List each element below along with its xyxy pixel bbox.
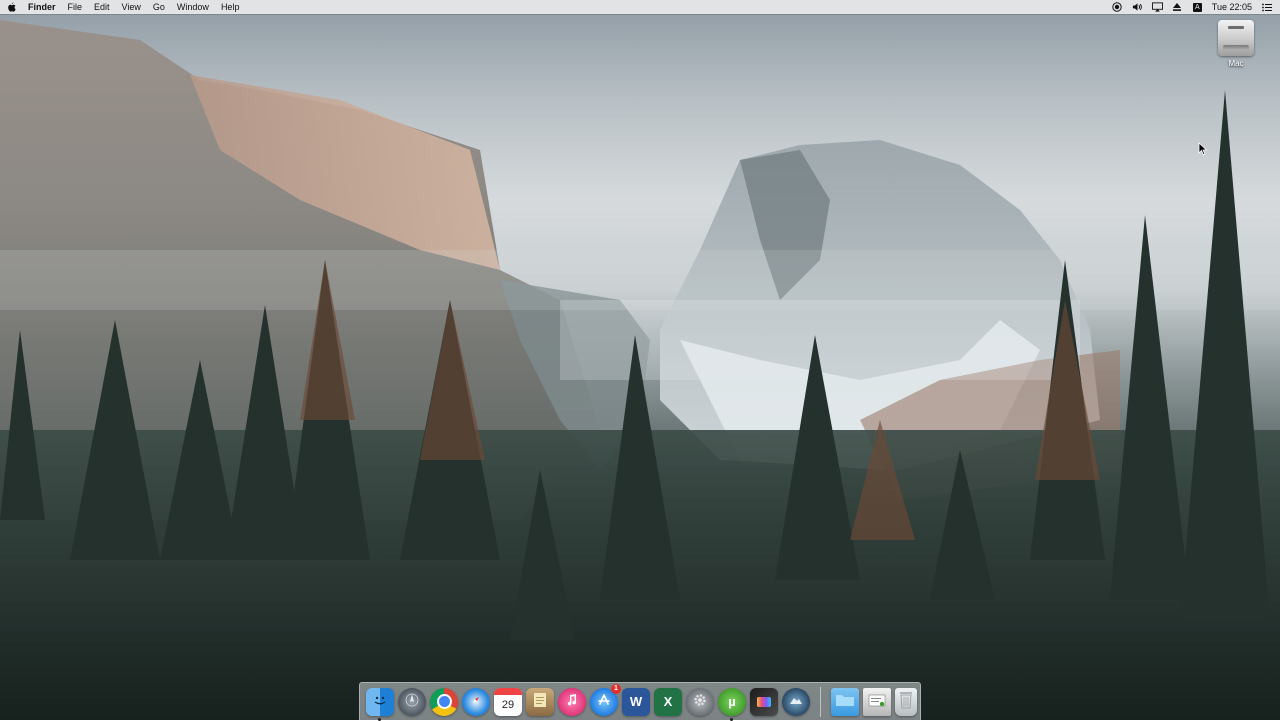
menu-bar-clock[interactable]: Tue 22:05 — [1212, 2, 1252, 12]
mouse-pointer-icon — [1198, 142, 1208, 156]
dock-trash[interactable] — [895, 687, 917, 716]
input-source-icon[interactable]: A — [1192, 2, 1203, 12]
dock-calendar[interactable]: 29 — [494, 687, 522, 716]
word-icon: W — [629, 694, 643, 709]
menu-bar-left: Finder File Edit View Go Window Help — [0, 0, 245, 14]
menu-window[interactable]: Window — [171, 0, 215, 14]
menu-edit[interactable]: Edit — [88, 0, 116, 14]
desktop-drive-mac[interactable]: Mac — [1214, 20, 1258, 68]
dock-safari[interactable] — [462, 687, 490, 716]
dock-finder[interactable] — [366, 687, 394, 721]
screen-record-icon[interactable] — [1112, 2, 1123, 12]
excel-icon: X — [663, 694, 673, 709]
calendar-day: 29 — [501, 698, 515, 711]
app-store-icon — [597, 693, 611, 710]
dock-separator — [820, 686, 821, 717]
airplay-icon[interactable] — [1151, 2, 1163, 12]
gear-icon — [692, 692, 708, 711]
eject-icon[interactable] — [1172, 2, 1183, 12]
wallpaper-landscape-graphic — [0, 20, 1280, 720]
dock-launchpad[interactable] — [398, 687, 426, 716]
dock-system-preferences[interactable] — [686, 687, 714, 716]
input-source-label: A — [1192, 2, 1202, 12]
calendar-icon — [494, 687, 522, 695]
menu-view[interactable]: View — [116, 0, 147, 14]
dock-itunes[interactable] — [558, 687, 586, 716]
dock-chrome[interactable] — [430, 687, 458, 716]
menu-go[interactable]: Go — [147, 0, 171, 14]
running-indicator — [730, 717, 733, 721]
dock-utorrent[interactable]: µ — [718, 687, 746, 721]
folder-icon — [835, 693, 855, 710]
dock: 29 1 W X µ — [359, 682, 921, 721]
volume-icon[interactable] — [1132, 2, 1143, 12]
notes-icon — [533, 692, 547, 711]
menu-bar: Finder File Edit View Go Window Help A T… — [0, 0, 1280, 14]
dock-app-store[interactable]: 1 — [590, 683, 621, 716]
menu-bar-status-area: A Tue 22:05 — [1112, 0, 1280, 14]
menu-app-finder[interactable]: Finder — [22, 0, 62, 14]
desktop-drive-label: Mac — [1228, 59, 1244, 68]
menu-help[interactable]: Help — [215, 0, 246, 14]
apple-logo-icon[interactable] — [0, 0, 22, 14]
dock-macos-installer[interactable] — [782, 687, 810, 716]
dock-excel[interactable]: X — [654, 687, 682, 716]
trash-icon — [899, 691, 913, 712]
dock-documents-stack[interactable] — [863, 687, 891, 716]
running-indicator — [378, 717, 381, 721]
dock-notes[interactable] — [526, 687, 554, 716]
hard-drive-icon — [1218, 20, 1254, 56]
utorrent-icon: µ — [728, 694, 736, 709]
notification-list-icon[interactable] — [1261, 2, 1272, 12]
menu-file[interactable]: File — [62, 0, 89, 14]
finder-icon — [371, 693, 389, 710]
dock-final-cut-pro[interactable] — [750, 687, 778, 716]
installer-icon — [788, 692, 804, 711]
safari-icon — [468, 692, 484, 711]
app-store-badge: 1 — [611, 683, 621, 694]
documents-stack-icon — [867, 692, 887, 711]
desktop-wallpaper — [0, 0, 1280, 720]
dock-downloads-stack[interactable] — [831, 687, 859, 716]
launchpad-icon — [405, 693, 419, 710]
itunes-icon — [565, 693, 579, 710]
dock-word[interactable]: W — [622, 687, 650, 716]
